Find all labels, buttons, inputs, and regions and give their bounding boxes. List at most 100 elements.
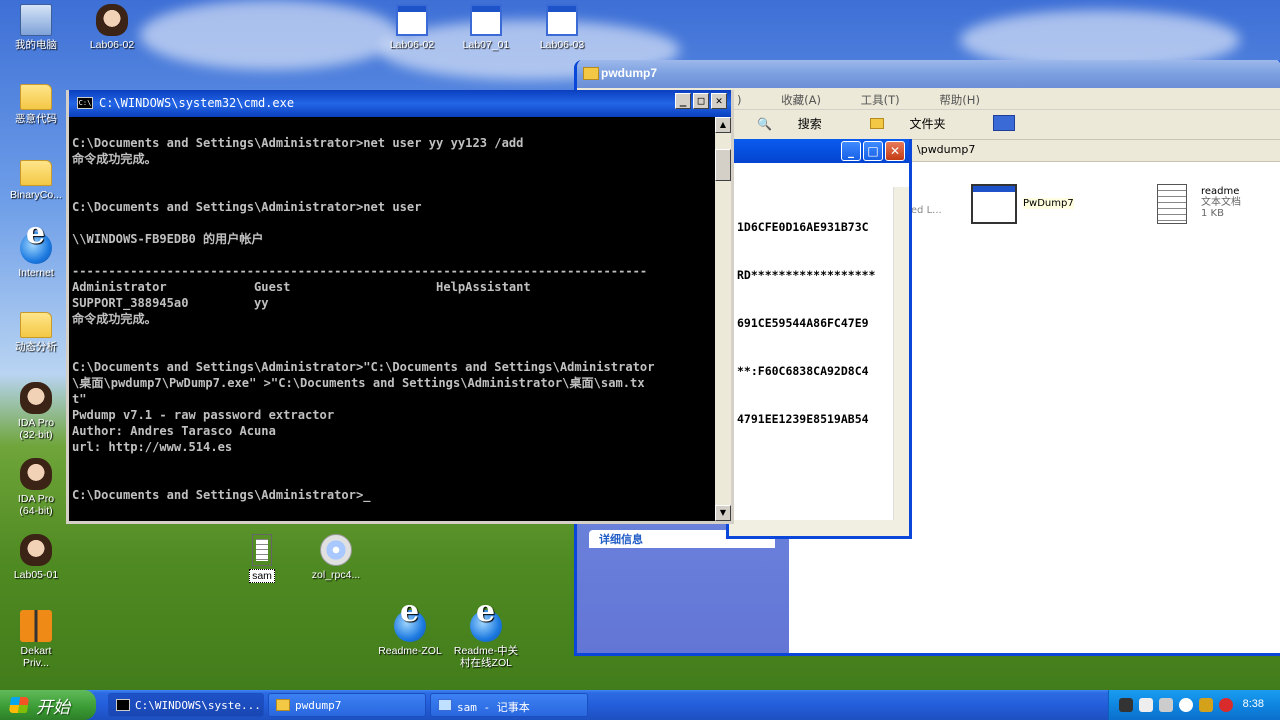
- file-pwdump7[interactable]: PwDump7: [971, 184, 1141, 228]
- close-button[interactable]: ✕: [711, 93, 727, 109]
- desktop-icon[interactable]: Lab06-02: [376, 4, 448, 51]
- taskbar-item-notepad[interactable]: sam - 记事本: [430, 693, 588, 717]
- win-icon: [470, 4, 502, 36]
- scroll-down-arrow-icon[interactable]: ▼: [715, 505, 731, 521]
- desktop-icon-label: Lab06-03: [539, 39, 585, 51]
- desktop-icon[interactable]: Readme-ZOL: [374, 606, 446, 657]
- console-output[interactable]: C:\Documents and Settings\Administrator>…: [72, 119, 720, 519]
- desktop-icon-label: Lab07_01: [462, 39, 510, 51]
- system-tray: 8:38: [1108, 690, 1280, 720]
- help-icon[interactable]: [1139, 698, 1153, 712]
- disc-icon: [320, 534, 352, 566]
- menu-tools[interactable]: 工具(T): [861, 93, 900, 107]
- desktop-icon[interactable]: Lab06-02: [76, 4, 148, 51]
- scroll-thumb[interactable]: [715, 149, 731, 181]
- taskbar-item-pwdump7[interactable]: pwdump7: [268, 693, 426, 717]
- folder-icon: [869, 118, 884, 129]
- console-line: Pwdump v7.1 - raw password extractor: [72, 408, 335, 422]
- menu-help[interactable]: 帮助(H): [939, 93, 980, 107]
- desktop-icon-label: Lab06-02: [89, 39, 135, 51]
- minimize-button[interactable]: _: [675, 93, 691, 109]
- taskbar-item-cmd[interactable]: C:\WINDOWS\syste...: [108, 693, 264, 717]
- console-line: 命令成功完成。: [72, 152, 157, 166]
- clock[interactable]: 8:38: [1243, 698, 1264, 710]
- desktop-icon[interactable]: sam: [226, 534, 298, 583]
- maximize-button[interactable]: □: [693, 93, 709, 109]
- cmd-window[interactable]: C:\ C:\WINDOWS\system32\cmd.exe _ □ ✕ C:…: [66, 90, 734, 524]
- console-line: url: http://www.514.es: [72, 440, 233, 454]
- desktop-icon[interactable]: 恶意代码: [0, 80, 72, 125]
- folders-button[interactable]: 文件夹: [869, 117, 968, 131]
- desktop-icon[interactable]: IDA Pro (32-bit): [0, 382, 72, 441]
- menu-favorites[interactable]: 收藏(A): [781, 93, 821, 107]
- folder-icon: [20, 160, 52, 186]
- minimize-button[interactable]: _: [841, 141, 861, 161]
- console-line: \\WINDOWS-FB9EDB0 的用户帐户: [72, 232, 264, 246]
- notepad-window[interactable]: _ □ ✕ 1D6CFE0D16AE931B73C RD************…: [726, 139, 912, 539]
- cmd-titlebar[interactable]: C:\ C:\WINDOWS\system32\cmd.exe _ □ ✕: [69, 90, 731, 117]
- desktop-icon[interactable]: Lab05-01: [0, 534, 72, 581]
- cmd-icon[interactable]: C:\: [77, 97, 93, 109]
- search-icon: 🔍: [757, 117, 772, 131]
- desktop-icon[interactable]: zol_rpc4...: [300, 534, 372, 581]
- windows-flag-icon: [8, 697, 30, 713]
- exe-icon: [971, 184, 1017, 224]
- desktop-icon[interactable]: IDA Pro (64-bit): [0, 458, 72, 517]
- partial-file[interactable]: l red L...: [907, 184, 942, 216]
- face-icon: [20, 382, 52, 414]
- face-icon: [20, 534, 52, 566]
- desktop-icon[interactable]: Dekart Priv...: [0, 610, 72, 669]
- start-button[interactable]: 开始: [0, 690, 96, 720]
- notepad-vertical-scrollbar[interactable]: [893, 187, 909, 520]
- desktop-icon[interactable]: Lab07_01: [450, 4, 522, 51]
- pc-icon: [20, 4, 52, 36]
- search-button[interactable]: 🔍 搜索: [757, 117, 844, 131]
- notepad-horizontal-scrollbar[interactable]: [729, 520, 909, 536]
- views-button[interactable]: [993, 115, 1016, 131]
- win-icon: [396, 4, 428, 36]
- desktop-icon[interactable]: Internet: [0, 228, 72, 279]
- console-line: Author: Andres Tarasco Acuna: [72, 424, 276, 438]
- console-line: C:\Documents and Settings\Administrator>…: [72, 488, 371, 502]
- desktop-icon-label: 动态分析: [15, 341, 57, 353]
- scroll-up-arrow-icon[interactable]: ▲: [715, 117, 731, 133]
- notepad-icon: [438, 699, 452, 711]
- text-file-icon: [1157, 184, 1187, 224]
- face-icon: [20, 458, 52, 490]
- menu-fragment: ): [737, 93, 742, 107]
- desktop-icon[interactable]: BinaryCo...: [0, 156, 72, 201]
- file-readme[interactable]: readme 文本文档 1 KB: [1157, 184, 1280, 228]
- volume-icon[interactable]: [1179, 698, 1193, 712]
- notepad-titlebar[interactable]: _ □ ✕: [729, 139, 909, 163]
- console-line: t": [72, 392, 87, 406]
- close-button[interactable]: ✕: [885, 141, 905, 161]
- desktop-icon-label: Internet: [18, 267, 54, 279]
- keyboard-icon[interactable]: [1119, 698, 1133, 712]
- dekart-icon: [20, 610, 52, 642]
- notepad-text[interactable]: 1D6CFE0D16AE931B73C RD******************…: [737, 187, 875, 459]
- security-shield-icon[interactable]: [1199, 698, 1213, 712]
- desktop-icon-label: 我的电脑: [15, 39, 57, 51]
- cmd-icon: [116, 699, 130, 711]
- network-icon[interactable]: [1159, 698, 1173, 712]
- alert-icon[interactable]: [1219, 698, 1233, 712]
- console-line: SUPPORT_388945a0 yy: [72, 296, 269, 310]
- desktop-icon[interactable]: Readme-中关 村在线ZOL: [450, 606, 522, 669]
- desktop-icon[interactable]: Lab06-03: [526, 4, 598, 51]
- console-line: C:\Documents and Settings\Administrator>…: [72, 136, 524, 150]
- face-icon: [96, 4, 128, 36]
- desktop-icon-label: sam: [249, 569, 275, 583]
- console-line: ----------------------------------------…: [72, 264, 648, 278]
- desktop-icon-label: IDA Pro (64-bit): [17, 493, 55, 517]
- desktop-icon[interactable]: 我的电脑: [0, 4, 72, 51]
- cmd-vertical-scrollbar[interactable]: ▲ ▼: [715, 117, 731, 521]
- desktop-icon[interactable]: 动态分析: [0, 308, 72, 353]
- maximize-button[interactable]: □: [863, 141, 883, 161]
- explorer-title[interactable]: pwdump7: [577, 60, 1280, 88]
- desktop-icon-label: Readme-ZOL: [378, 645, 442, 657]
